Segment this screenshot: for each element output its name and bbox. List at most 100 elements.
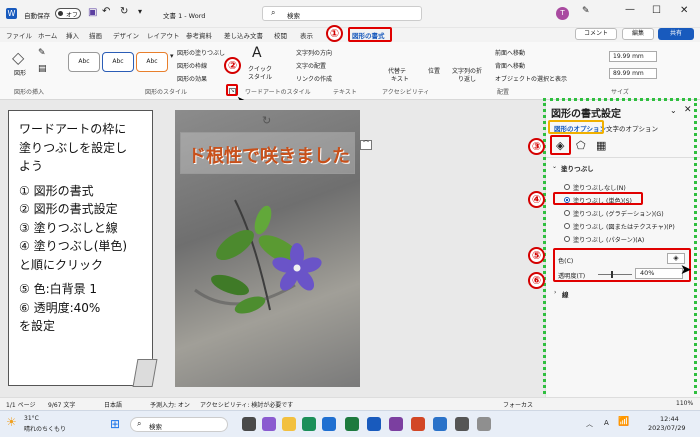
- page-count[interactable]: 1/1 ページ: [6, 400, 35, 409]
- step-badge-3: ③: [528, 138, 545, 155]
- title-bar: W 自動保存 オフ ▣ ↶ ↻ ▾ 文書 1 - Word ⌕ 検索 T ✎ —…: [0, 0, 700, 28]
- wordart-a-icon[interactable]: A: [252, 45, 262, 61]
- avatar[interactable]: T: [556, 7, 569, 20]
- autosave-toggle[interactable]: オフ: [55, 8, 81, 19]
- task-view-icon[interactable]: [242, 417, 256, 431]
- taskbar-search[interactable]: ⌕ 検索: [130, 417, 228, 432]
- settings-icon[interactable]: [477, 417, 491, 431]
- tab-view[interactable]: 表示: [300, 30, 313, 40]
- doc-title: 文書 1 - Word: [163, 12, 206, 20]
- tab-draw[interactable]: 描画: [89, 30, 102, 40]
- status-bar: 1/1 ページ 9/67 文字 日本語 予測入力: オン アクセシビリティ: 検…: [0, 397, 700, 410]
- weather-text: 晴れのちくもり: [24, 426, 67, 433]
- send-backward-button[interactable]: 背面へ移動: [495, 61, 525, 70]
- style-preview-3[interactable]: Abc: [136, 52, 168, 72]
- ime-indicator[interactable]: A: [604, 419, 609, 427]
- shape-effects-button[interactable]: 図形の効果: [177, 74, 207, 83]
- gallery-more-icon[interactable]: ▾: [170, 52, 174, 60]
- onenote-icon[interactable]: [389, 417, 403, 431]
- share-button[interactable]: 共有: [658, 28, 694, 40]
- excel-icon[interactable]: [345, 417, 359, 431]
- cursor-pane-icon: ➤: [680, 262, 692, 278]
- autosave-label: 自動保存: [24, 12, 50, 20]
- search-icon: ⌕: [271, 8, 276, 17]
- tab-insert[interactable]: 挿入: [66, 30, 79, 40]
- powerpoint-icon[interactable]: [411, 417, 425, 431]
- note-line: ① 図形の書式: [19, 183, 94, 198]
- customize-icon[interactable]: ▾: [138, 7, 142, 16]
- tab-review[interactable]: 校閲: [274, 30, 287, 40]
- tab-home[interactable]: ホーム: [38, 30, 57, 40]
- step-badge-6: ⑥: [528, 272, 545, 289]
- undo-icon[interactable]: ↶: [102, 6, 110, 17]
- edge-icon[interactable]: [302, 417, 316, 431]
- tray-chevron-icon[interactable]: ︿: [586, 419, 593, 429]
- tab-design[interactable]: デザイン: [113, 30, 139, 40]
- wifi-icon[interactable]: 📶: [618, 417, 629, 427]
- taskbar-search-icon: ⌕: [137, 419, 142, 428]
- temperature: 31°C: [24, 415, 39, 422]
- textbox-icon[interactable]: ▤: [38, 64, 47, 74]
- tab-mailings[interactable]: 差し込み文書: [224, 30, 263, 40]
- tab-references[interactable]: 参考資料: [186, 30, 212, 40]
- pen-icon[interactable]: ✎: [582, 6, 590, 16]
- minimize-icon[interactable]: —: [625, 4, 635, 15]
- comment-button[interactable]: コメント: [575, 28, 617, 40]
- height-field[interactable]: 19.99 mm: [609, 51, 657, 62]
- tab-file[interactable]: ファイル: [6, 30, 32, 40]
- create-link-button[interactable]: リンクの作成: [296, 74, 332, 83]
- note-line: ② 図形の書式設定: [19, 202, 118, 216]
- outlook-icon[interactable]: [433, 417, 447, 431]
- ribbon: ◇ 図形 ✎ ▤ Abc Abc Abc ▾ 図形の塗りつぶし 図形の枠線 図形…: [0, 42, 700, 100]
- highlight-solid-fill: [553, 192, 643, 205]
- zoom-level[interactable]: 110%: [676, 400, 693, 407]
- position-button[interactable]: 位置: [428, 66, 440, 75]
- note-text: ワードアートの枠に 塗りつぶしを設定し よう ① 図形の書式 ② 図形の書式設定…: [19, 120, 127, 336]
- bring-forward-button[interactable]: 前面へ移動: [495, 48, 525, 57]
- shapes-gallery-icon[interactable]: ◇: [12, 48, 24, 67]
- shape-fill-button[interactable]: 図形の塗りつぶし: [177, 48, 225, 57]
- accessibility-status[interactable]: アクセシビリティ: 検討が必要です: [200, 400, 293, 409]
- shape-outline-button[interactable]: 図形の枠線: [177, 61, 207, 70]
- align-text-button[interactable]: 文字の配置: [296, 61, 326, 70]
- word-taskbar-icon[interactable]: [367, 417, 381, 431]
- style-preview-1[interactable]: Abc: [68, 52, 100, 72]
- explorer-icon[interactable]: [282, 417, 296, 431]
- width-field[interactable]: 89.99 mm: [609, 68, 657, 79]
- tab-layout[interactable]: レイアウト: [147, 30, 180, 40]
- text-direction-button[interactable]: 文字列の方向: [296, 48, 332, 57]
- note-line: ⑥ 透明度:40%: [19, 300, 101, 315]
- redo-icon[interactable]: ↻: [120, 6, 128, 17]
- wordart-frame[interactable]: ド根性で咲きました: [180, 132, 355, 174]
- maximize-icon[interactable]: ☐: [652, 5, 661, 16]
- note-line: ⑤ 色:白背景 1: [19, 282, 98, 296]
- teams-icon[interactable]: [262, 417, 276, 431]
- instruction-note: ワードアートの枠に 塗りつぶしを設定し よう ① 図形の書式 ② 図形の書式設定…: [8, 110, 153, 386]
- predictive-input[interactable]: 予測入力: オン: [150, 400, 190, 409]
- save-icon[interactable]: ▣: [88, 7, 97, 18]
- highlight-fill-line: [550, 135, 571, 155]
- focus-button[interactable]: フォーカス: [503, 400, 533, 409]
- group-insert-shapes: 図形の挿入: [14, 89, 45, 96]
- store-icon[interactable]: [322, 417, 336, 431]
- rotate-handle-icon[interactable]: ↻: [262, 114, 271, 127]
- edit-shape-icon[interactable]: ✎: [38, 48, 46, 58]
- search-box[interactable]: ⌕ 検索: [262, 6, 422, 21]
- selection-pane-button[interactable]: オブジェクトの選択と表示: [495, 74, 567, 83]
- layout-options-icon[interactable]: ⌒: [360, 140, 372, 150]
- edit-button[interactable]: 編集: [622, 28, 654, 40]
- close-icon[interactable]: ✕: [680, 5, 688, 16]
- note-line: と順にクリック: [19, 257, 104, 272]
- group-size: サイズ: [611, 89, 629, 96]
- style-preview-2[interactable]: Abc: [102, 52, 134, 72]
- group-accessibility: アクセシビリティ: [382, 89, 430, 96]
- clock-time[interactable]: 12:44: [660, 415, 679, 423]
- clock-date[interactable]: 2023/07/29: [648, 424, 685, 432]
- word-count[interactable]: 9/67 文字: [48, 400, 75, 409]
- autosave-toggle-text: オフ: [66, 12, 79, 19]
- language[interactable]: 日本語: [104, 400, 122, 409]
- group-wordart-styles: ワードアートのスタイル: [245, 89, 311, 96]
- start-icon[interactable]: ⊞: [110, 417, 120, 431]
- app-icon[interactable]: [455, 417, 469, 431]
- weather-icon[interactable]: ☀: [6, 415, 17, 429]
